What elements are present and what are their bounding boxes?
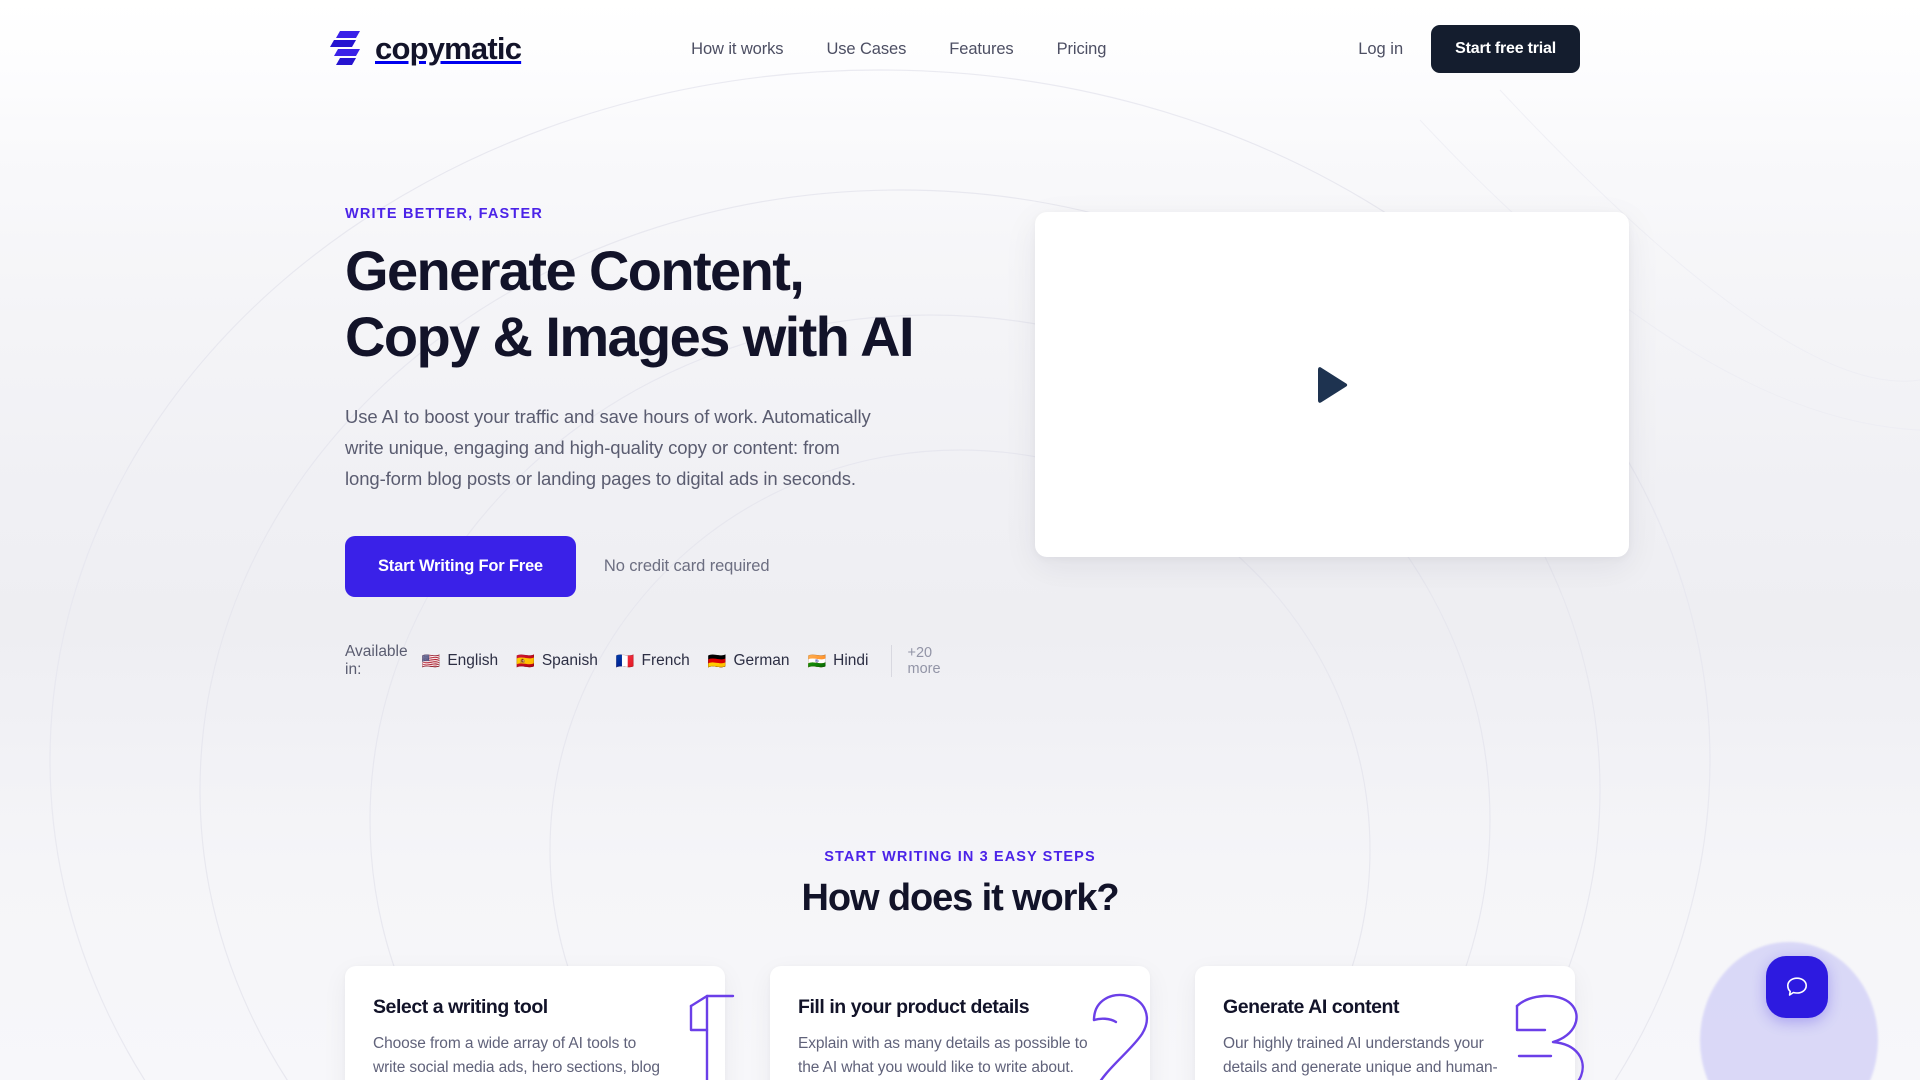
brand-logo-link[interactable]: copymatic — [330, 29, 522, 69]
nav-item-how-it-works[interactable]: How it works — [691, 40, 783, 59]
language-german[interactable]: 🇩🇪 German — [708, 652, 790, 670]
flag-fr-icon: 🇫🇷 — [615, 652, 635, 670]
play-triangle-icon[interactable] — [1315, 366, 1349, 404]
step-card-body: Explain with as many details as possible… — [798, 1035, 1088, 1077]
header-actions: Log in Start free trial — [1358, 25, 1580, 73]
landing-page: copymatic How it works Use Cases Feature… — [0, 0, 1920, 1080]
chat-bubble-icon — [1787, 977, 1807, 996]
available-in-label: Available in: — [345, 643, 408, 679]
steps-card-list: Select a writing tool Choose from a wide… — [0, 966, 1920, 1080]
step-card-body: Our highly trained AI understands your d… — [1223, 1035, 1498, 1077]
language-label: Hindi — [833, 652, 869, 670]
flag-in-icon: 🇮🇳 — [807, 652, 827, 670]
language-english[interactable]: 🇺🇸 English — [422, 652, 499, 670]
hero-section: WRITE BETTER, FASTER Generate Content, C… — [0, 98, 1920, 679]
main-nav: How it works Use Cases Features Pricing — [691, 40, 1106, 59]
step-card-title: Fill in your product details — [798, 996, 1030, 1019]
step-card-3[interactable]: Generate AI content Our highly trained A… — [1195, 966, 1584, 1080]
language-hindi[interactable]: 🇮🇳 Hindi — [807, 652, 868, 670]
start-free-trial-button[interactable]: Start free trial — [1431, 25, 1580, 73]
languages-more-link[interactable]: +20 more — [890, 645, 946, 678]
hero-title-line-1: Generate Content, — [345, 239, 805, 302]
flag-us-icon: 🇺🇸 — [421, 652, 441, 670]
step-card-2[interactable]: Fill in your product details Explain wit… — [770, 966, 1150, 1080]
hero-title-line-2: Copy & Images with AI — [345, 304, 915, 368]
hero-eyebrow: WRITE BETTER, FASTER — [345, 206, 543, 222]
language-label: French — [641, 652, 690, 670]
flag-es-icon: 🇪🇸 — [516, 652, 535, 670]
login-link[interactable]: Log in — [1358, 40, 1403, 59]
brand-name: copymatic — [375, 31, 522, 66]
language-spanish[interactable]: 🇪🇸 Spanish — [516, 652, 598, 670]
copymatic-bars-logo-icon — [330, 31, 360, 65]
nav-item-use-cases[interactable]: Use Cases — [826, 40, 906, 59]
start-writing-for-free-button[interactable]: Start Writing For Free — [345, 536, 576, 598]
step-card-title: Select a writing tool — [373, 996, 548, 1019]
hero-title: Generate Content, Copy & Images with AI — [345, 238, 945, 369]
language-label: German — [733, 652, 790, 670]
no-credit-card-note: No credit card required — [603, 557, 770, 576]
hero-media — [1035, 196, 1629, 679]
how-it-works-section: START WRITING IN 3 EASY STEPS How does i… — [0, 849, 1920, 1080]
nav-item-pricing[interactable]: Pricing — [1057, 40, 1107, 59]
step-card-1[interactable]: Select a writing tool Choose from a wide… — [345, 966, 735, 1080]
how-it-works-eyebrow: START WRITING IN 3 EASY STEPS — [824, 849, 1096, 866]
language-label: Spanish — [541, 652, 598, 670]
demo-video-player[interactable] — [1035, 212, 1629, 557]
hero-copy: WRITE BETTER, FASTER Generate Content, C… — [345, 196, 945, 679]
hero-cta-row: Start Writing For Free No credit card re… — [345, 536, 945, 598]
how-it-works-title: How does it work? — [801, 877, 1120, 920]
language-french[interactable]: 🇫🇷 French — [616, 652, 690, 670]
step-card-title: Generate AI content — [1223, 996, 1400, 1019]
step-card-body: Choose from a wide array of AI tools to … — [373, 1035, 660, 1077]
nav-item-features[interactable]: Features — [949, 40, 1013, 59]
flag-de-icon: 🇩🇪 — [707, 652, 727, 670]
site-header: copymatic How it works Use Cases Feature… — [0, 0, 1920, 98]
hero-subtitle: Use AI to boost your traffic and save ho… — [345, 406, 871, 490]
chat-widget-button[interactable] — [1766, 956, 1828, 1018]
language-label: English — [447, 652, 499, 670]
available-languages: Available in: 🇺🇸 English 🇪🇸 Spanish 🇫🇷 F… — [345, 643, 945, 679]
